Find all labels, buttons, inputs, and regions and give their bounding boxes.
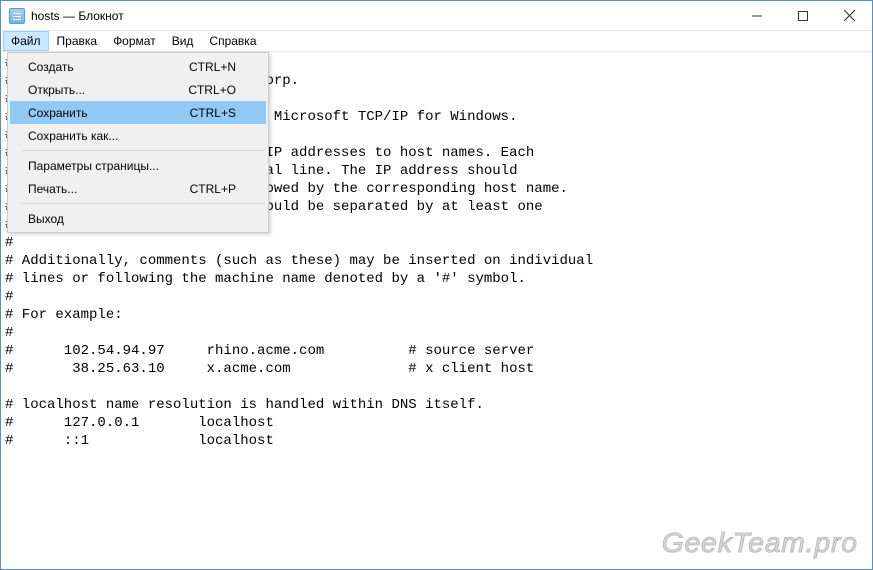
menu-item-page-setup[interactable]: Параметры страницы...	[10, 154, 266, 177]
maximize-button[interactable]	[780, 1, 826, 30]
watermark-text: GeekTeam.pro	[662, 527, 858, 559]
close-button[interactable]	[826, 1, 872, 30]
window-controls	[734, 1, 872, 30]
menu-item-label: Параметры страницы...	[28, 159, 159, 173]
menu-edit[interactable]: Правка	[49, 31, 106, 51]
notepad-icon	[9, 8, 25, 24]
menu-item-label: Создать	[28, 60, 74, 74]
minimize-button[interactable]	[734, 1, 780, 30]
menu-item-label: Открыть...	[28, 83, 85, 97]
menu-item-print[interactable]: Печать... CTRL+P	[10, 177, 266, 200]
file-menu-dropdown: Создать CTRL+N Открыть... CTRL+O Сохрани…	[7, 52, 269, 233]
menu-separator	[22, 203, 265, 204]
menu-item-label: Сохранить как...	[28, 129, 118, 143]
menu-item-shortcut: CTRL+P	[190, 182, 236, 196]
menu-item-shortcut: CTRL+N	[189, 60, 236, 74]
title-bar[interactable]: hosts — Блокнот	[1, 1, 872, 31]
menu-item-save-as[interactable]: Сохранить как...	[10, 124, 266, 147]
menu-item-open[interactable]: Открыть... CTRL+O	[10, 78, 266, 101]
menu-format[interactable]: Формат	[105, 31, 164, 51]
menu-bar: Файл Правка Формат Вид Справка	[1, 31, 872, 52]
menu-help[interactable]: Справка	[201, 31, 264, 51]
menu-item-shortcut: CTRL+O	[188, 83, 236, 97]
window-title: hosts — Блокнот	[31, 9, 124, 23]
menu-item-exit[interactable]: Выход	[10, 207, 266, 230]
menu-item-shortcut: CTRL+S	[190, 106, 236, 120]
menu-item-label: Выход	[28, 212, 64, 226]
menu-file[interactable]: Файл	[3, 31, 49, 51]
menu-view[interactable]: Вид	[164, 31, 202, 51]
notepad-window: hosts — Блокнот Файл Правка Формат Вид С…	[0, 0, 873, 570]
menu-separator	[22, 150, 265, 151]
menu-item-new[interactable]: Создать CTRL+N	[10, 55, 266, 78]
menu-item-label: Печать...	[28, 182, 77, 196]
menu-item-save[interactable]: Сохранить CTRL+S	[10, 101, 266, 124]
menu-item-label: Сохранить	[28, 106, 88, 120]
